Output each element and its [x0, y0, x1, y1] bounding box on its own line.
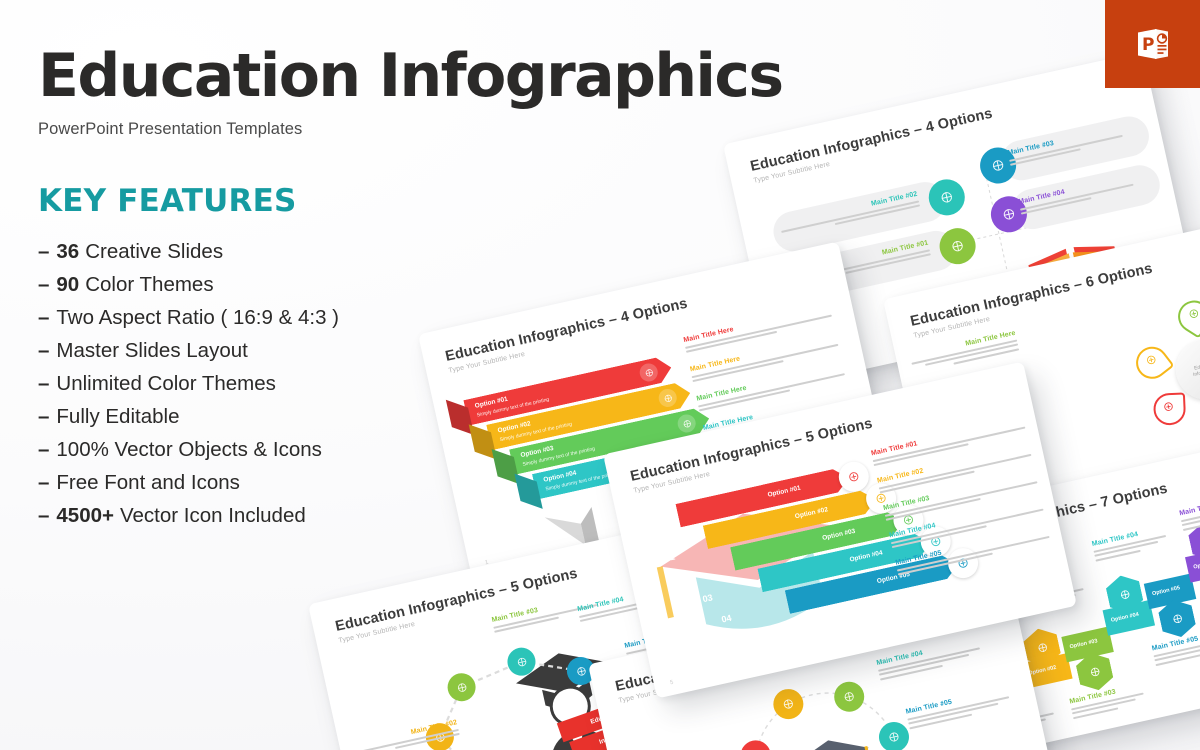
feature-item: – Fully Editable: [38, 400, 468, 433]
page-title: Education Infographics: [38, 41, 784, 111]
feature-item: –4500+ Vector Icon Included: [38, 499, 468, 532]
feature-label: Two Aspect Ratio ( 16:9 & 4:3 ): [56, 306, 339, 329]
flower-petal: [1172, 294, 1200, 339]
feature-dash: –: [38, 273, 50, 296]
feature-label: Fully Editable: [56, 405, 180, 428]
feature-label: Unlimited Color Themes: [56, 372, 276, 395]
feature-dash: –: [38, 471, 50, 494]
powerpoint-badge: P: [1105, 0, 1200, 88]
feature-dash: –: [38, 504, 50, 527]
page-stage: Education Infographics – 4 Options Type Y…: [0, 0, 1200, 750]
slide-text-block: Main Title #03: [1069, 683, 1146, 722]
cap-number-tag: 01: [663, 551, 676, 564]
feature-label: Vector Icon Included: [119, 504, 306, 527]
feature-count: 4500+: [56, 504, 114, 527]
feature-item: –100% Vector Objects & Icons: [38, 433, 468, 466]
page-subtitle: PowerPoint Presentation Templates: [38, 120, 303, 138]
feature-dash: –: [38, 306, 50, 329]
feature-item: – Master Slides Layout: [38, 334, 468, 367]
flower-center-label: Education Infographics: [1192, 360, 1200, 379]
slide-text-block: Main Title #04: [1091, 525, 1168, 564]
feature-item: – Unlimited Color Themes: [38, 367, 468, 400]
cap-number-tag: 04: [720, 612, 733, 625]
key-features-list: –36 Creative Slides –90 Color Themes – Two As…: [38, 235, 468, 532]
feature-dash: –: [38, 372, 50, 395]
feature-label: 100% Vector Objects & Icons: [56, 438, 322, 461]
feature-item: –90 Color Themes: [38, 268, 468, 301]
feature-label: Creative Slides: [85, 240, 224, 263]
intro-column: Education Infographics PowerPoint Presen…: [38, 41, 784, 532]
feature-count: 36: [56, 240, 80, 263]
cap-number-tag: 03: [701, 592, 714, 605]
powerpoint-icon: P: [1131, 22, 1175, 66]
slide-text-block: Main Title #05: [1151, 630, 1200, 669]
flower-petal: [1152, 392, 1186, 426]
cap-number-tag: 05: [739, 633, 752, 646]
cap-number-tag: 02: [682, 571, 695, 584]
flower-petal: [1129, 339, 1175, 385]
feature-dash: –: [38, 438, 50, 461]
feature-dash: –: [38, 240, 50, 263]
feature-count: 90: [56, 273, 80, 296]
feature-item: – Two Aspect Ratio ( 16:9 & 4:3 ): [38, 301, 468, 334]
feature-label: Color Themes: [85, 273, 214, 296]
feature-label: Free Font and Icons: [56, 471, 240, 494]
svg-text:P: P: [1142, 35, 1154, 55]
feature-dash: –: [38, 339, 50, 362]
feature-label: Master Slides Layout: [56, 339, 248, 362]
key-features-heading: KEY FEATURES: [38, 183, 297, 219]
feature-item: –36 Creative Slides: [38, 235, 468, 268]
feature-item: – Free Font and Icons: [38, 466, 468, 499]
feature-dash: –: [38, 405, 50, 428]
